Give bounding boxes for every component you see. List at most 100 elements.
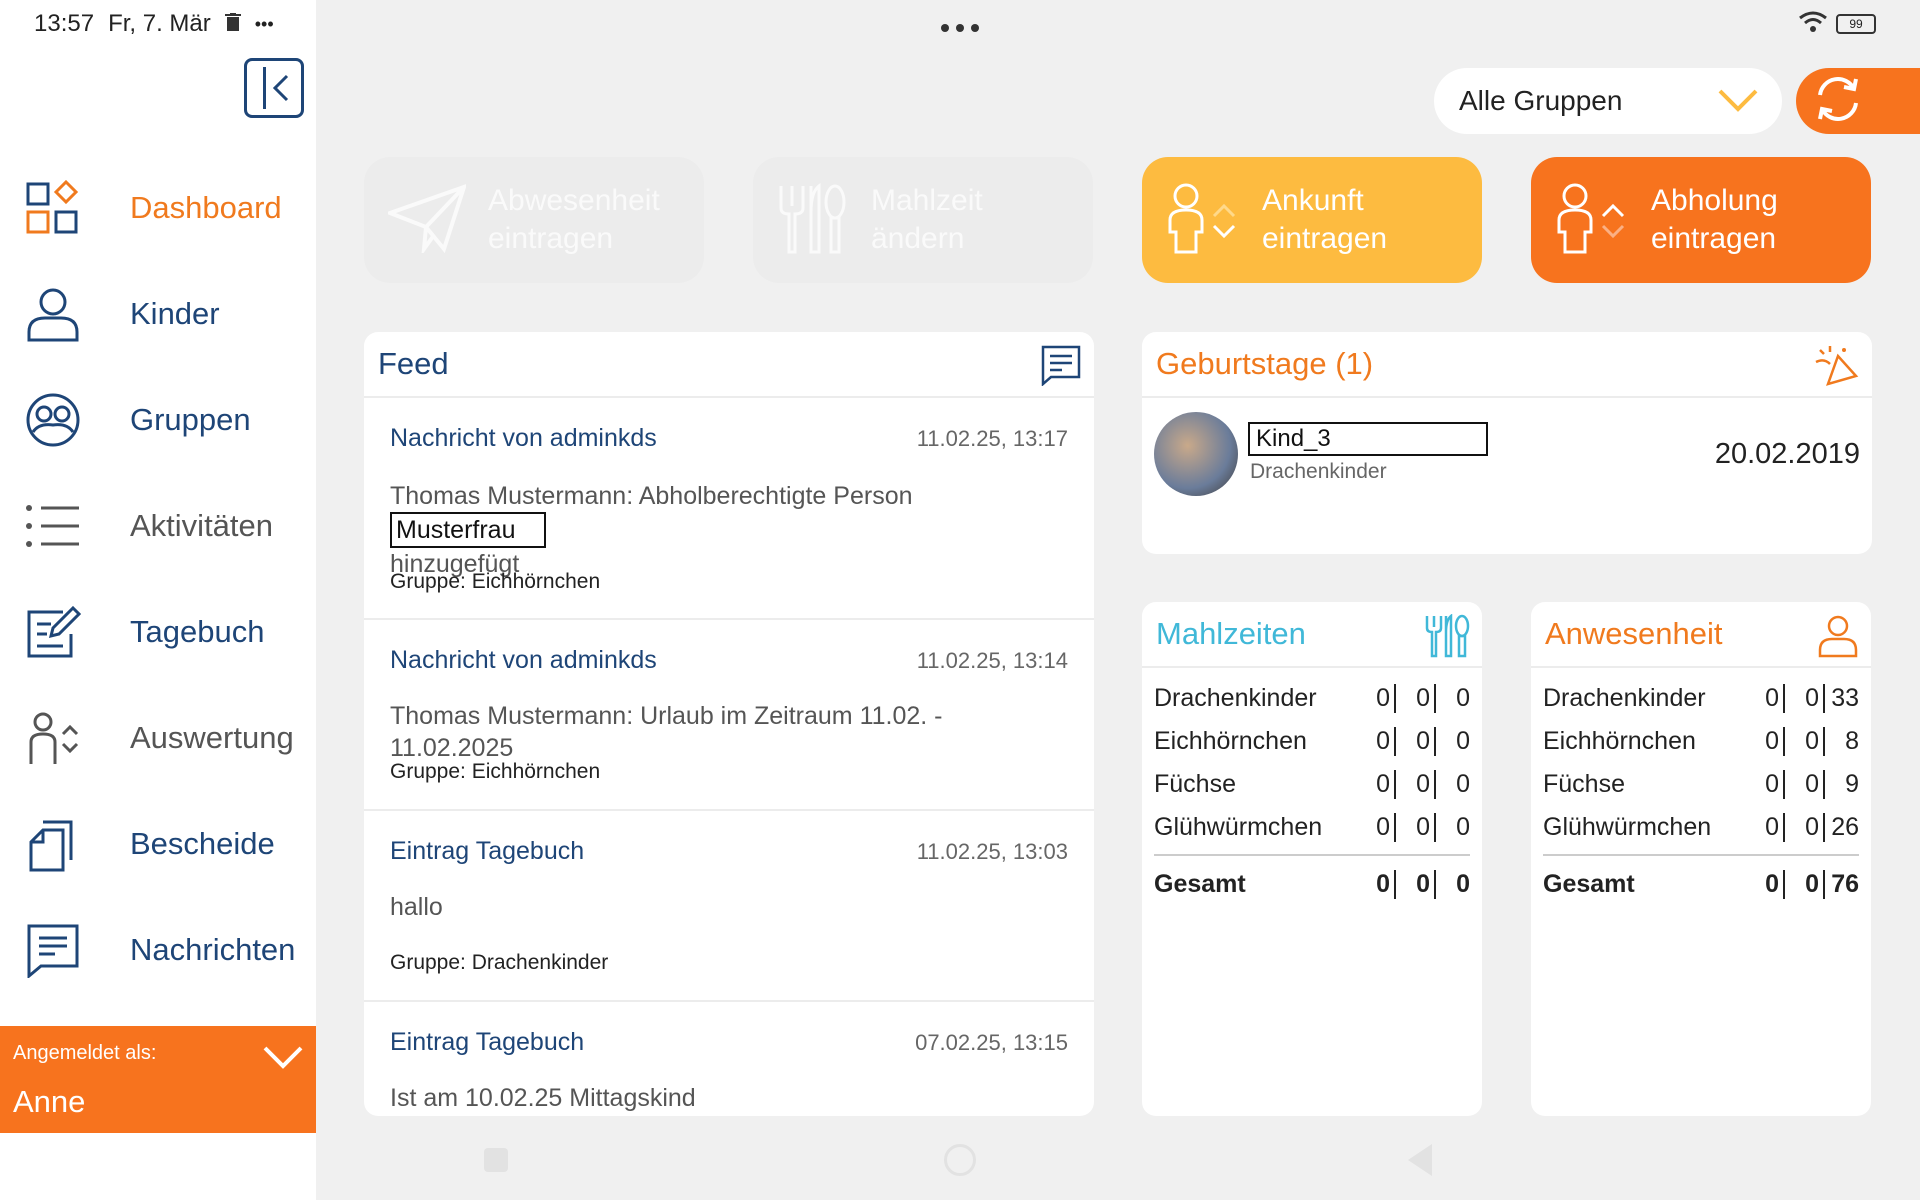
avatar <box>1154 412 1238 496</box>
refresh-icon <box>1812 73 1864 130</box>
total-label: Gesamt <box>1543 869 1635 898</box>
row-value: 0 <box>1356 812 1396 842</box>
group-select[interactable]: Alle Gruppen <box>1434 68 1782 134</box>
login-user: Anne <box>13 1084 86 1119</box>
feed-item[interactable]: Nachricht von adminkds 11.02.25, 13:14 T… <box>364 620 1094 811</box>
paper-plane-icon <box>384 183 468 258</box>
meals-title: Mahlzeiten <box>1156 616 1306 651</box>
status-bar-left: 13:57 Fr, 7. Mär ••• <box>34 10 274 38</box>
total-value: 76 <box>1831 869 1859 898</box>
row-value: 0 <box>1456 726 1470 755</box>
meals-card: Mahlzeiten Drachenkinder 0 0 0 Eichhörnc… <box>1142 602 1482 1116</box>
feed-item[interactable]: Eintrag Tagebuch 11.02.25, 13:03 hallo G… <box>364 811 1094 1002</box>
child-name[interactable]: Kind_3 <box>1248 422 1488 456</box>
feed-item-group: Gruppe: Eichhörnchen <box>390 570 601 593</box>
feed-item-body: Thomas Mustermann: Urlaub im Zeitraum 11… <box>390 702 943 762</box>
pickup-person-icon <box>1555 182 1631 259</box>
row-value: 0 <box>1356 769 1396 799</box>
chevron-down-icon <box>1716 86 1760 121</box>
row-value: 0 <box>1396 812 1436 842</box>
row-value: 26 <box>1831 812 1859 841</box>
total-value: 0 <box>1396 869 1436 899</box>
sidebar-item-label: Gruppen <box>130 402 251 437</box>
arrival-person-icon <box>1166 182 1242 259</box>
person-icon <box>25 286 81 342</box>
pickup-button[interactable]: Abholung eintragen <box>1531 157 1871 283</box>
sidebar-item-label: Tagebuch <box>130 614 265 649</box>
birthdays-card: Geburtstage (1) Kind_3 Drachenkinder 20.… <box>1142 332 1872 554</box>
person-icon <box>1817 614 1859 666</box>
row-value: 0 <box>1456 812 1470 841</box>
feed-item[interactable]: Nachricht von adminkds 11.02.25, 13:17 T… <box>364 398 1094 620</box>
row-value: 0 <box>1785 683 1825 713</box>
meal-change-button[interactable]: Mahlzeit ändern <box>753 157 1093 283</box>
absence-label-line1: Abwesenheit <box>488 184 660 217</box>
row-group-name: Glühwürmchen <box>1154 812 1323 841</box>
feed-item[interactable]: Eintrag Tagebuch 07.02.25, 13:15 Ist am … <box>364 1002 1094 1116</box>
row-value: 8 <box>1845 726 1859 755</box>
chevron-left-icon <box>272 74 289 102</box>
sidebar-item-nachrichten[interactable]: Nachrichten <box>0 897 316 1003</box>
sidebar-item-bescheide[interactable]: Bescheide <box>0 791 316 897</box>
row-value: 0 <box>1356 726 1396 756</box>
dashboard-icon <box>25 180 81 236</box>
row-value: 33 <box>1831 683 1859 712</box>
feed-item-title: Eintrag Tagebuch <box>390 1028 585 1056</box>
presence-row: Füchse 0 0 9 <box>1543 764 1859 804</box>
total-value: 0 <box>1745 869 1785 899</box>
row-group-name: Füchse <box>1154 769 1236 798</box>
user-menu[interactable]: Angemeldet als: Anne <box>0 1026 316 1133</box>
sidebar-item-auswertung[interactable]: Auswertung <box>0 685 316 791</box>
total-value: 0 <box>1456 869 1470 898</box>
row-value: 0 <box>1396 683 1436 713</box>
home-button[interactable] <box>944 1144 976 1176</box>
sidebar-item-dashboard[interactable]: Dashboard <box>0 155 316 261</box>
evaluation-icon <box>25 710 81 766</box>
row-value: 0 <box>1456 769 1470 798</box>
divider <box>1154 854 1470 856</box>
feed-item-title: Eintrag Tagebuch <box>390 837 585 865</box>
presence-title: Anwesenheit <box>1545 616 1723 651</box>
feed-item-date: 11.02.25, 13:03 <box>916 839 1068 864</box>
row-group-name: Drachenkinder <box>1154 683 1317 712</box>
birthdays-title: Geburtstage (1) <box>1156 346 1374 381</box>
absence-button[interactable]: Abwesenheit eintragen <box>364 157 704 283</box>
status-time: 13:57 <box>34 10 95 37</box>
sidebar-item-aktivitaeten[interactable]: Aktivitäten <box>0 473 316 579</box>
sidebar-item-kinder[interactable]: Kinder <box>0 261 316 367</box>
trash-icon <box>224 10 241 38</box>
sidebar: 13:57 Fr, 7. Mär ••• Dashboard Kinder Gr… <box>0 0 316 1200</box>
row-group-name: Eichhörnchen <box>1154 726 1307 755</box>
row-value: 0 <box>1785 726 1825 756</box>
feed-item-group: Gruppe: Drachenkinder <box>390 951 609 974</box>
back-button[interactable] <box>1408 1144 1432 1176</box>
meals-row: Füchse 0 0 0 <box>1154 764 1470 804</box>
pickup-label-line1: Abholung <box>1651 184 1778 217</box>
child-birthday: 20.02.2019 <box>1714 438 1860 470</box>
group-select-value: Alle Gruppen <box>1459 85 1623 116</box>
presence-total-row: Gesamt 0 0 76 <box>1543 864 1859 904</box>
sidebar-item-gruppen[interactable]: Gruppen <box>0 367 316 473</box>
feed-title: Feed <box>378 346 449 381</box>
sidebar-nav: Dashboard Kinder Gruppen Aktivitäten Tag… <box>0 155 316 1003</box>
group-icon <box>25 392 81 448</box>
row-group-name: Füchse <box>1543 769 1625 798</box>
row-group-name: Eichhörnchen <box>1543 726 1696 755</box>
feed-card: Feed Nachricht von adminkds 11.02.25, 13… <box>364 332 1094 1116</box>
arrival-button[interactable]: Ankunft eintragen <box>1142 157 1482 283</box>
feed-message-icon[interactable] <box>1040 344 1082 394</box>
row-value: 0 <box>1745 812 1785 842</box>
feed-item-group: Gruppe: Eichhörnchen <box>390 760 601 783</box>
recent-apps-button[interactable] <box>484 1148 508 1172</box>
meal-label-line1: Mahlzeit <box>871 184 983 217</box>
presence-row: Glühwürmchen 0 0 26 <box>1543 807 1859 847</box>
row-value: 0 <box>1356 683 1396 713</box>
collapse-sidebar-button[interactable] <box>244 58 304 118</box>
pickup-label-line2: eintragen <box>1651 222 1777 255</box>
more-options-icon[interactable] <box>940 8 980 40</box>
total-value: 0 <box>1785 869 1825 899</box>
sidebar-item-tagebuch[interactable]: Tagebuch <box>0 579 316 685</box>
refresh-button[interactable] <box>1796 68 1920 134</box>
meal-label-line2: ändern <box>871 222 965 255</box>
sidebar-item-label: Auswertung <box>130 720 294 755</box>
